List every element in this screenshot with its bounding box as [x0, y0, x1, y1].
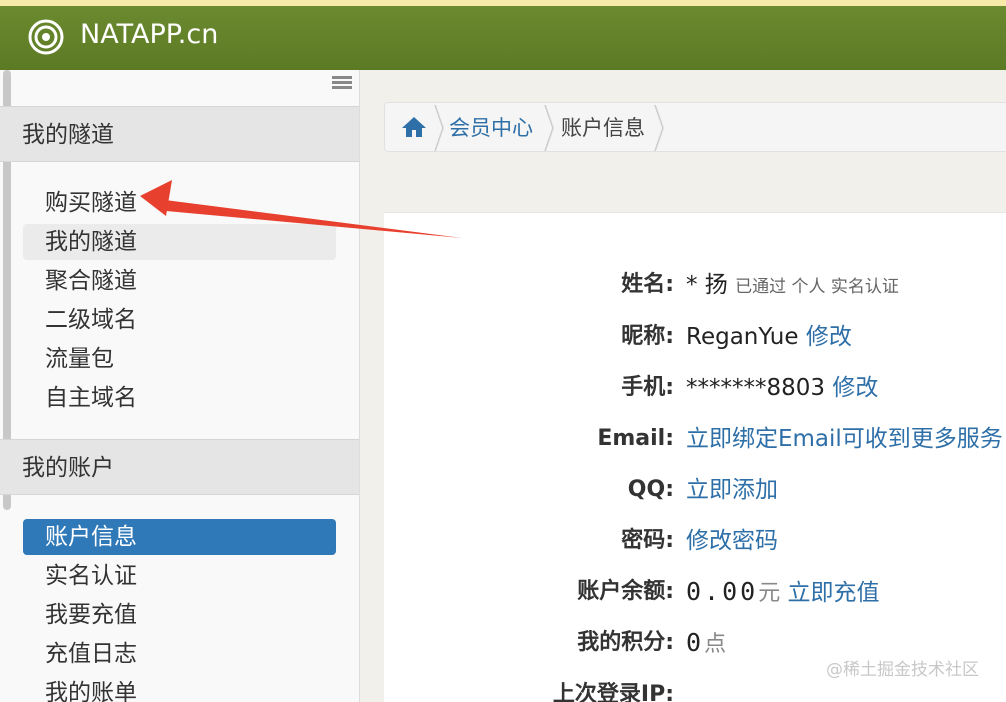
points-label: 我的积分: — [577, 630, 674, 655]
points-amount: 0 — [686, 628, 705, 657]
last-login-label: 上次登录IP: — [552, 682, 674, 702]
email-label: Email: — [597, 426, 674, 451]
row-email: Email: 立即绑定Email可收到更多服务 — [384, 419, 1006, 459]
sidebar-item-subdomain[interactable]: 二级域名 — [23, 302, 336, 338]
breadcrumb-separator — [654, 105, 664, 151]
breadcrumb: 会员中心 账户信息 — [384, 102, 1006, 152]
sidebar: 我的隧道 购买隧道 我的隧道 聚合隧道 二级域名 流量包 自主域名 我的账户 账… — [0, 70, 360, 702]
breadcrumb-member-center[interactable]: 会员中心 — [449, 103, 533, 153]
add-qq-link[interactable]: 立即添加 — [686, 470, 778, 510]
sidebar-item-my-tunnels[interactable]: 我的隧道 — [23, 224, 336, 260]
main-content: 会员中心 账户信息 姓名: * 扬 已通过 个人 实名认证 昵称: ReganY… — [360, 70, 1006, 702]
row-nickname: 昵称: ReganYue 修改 — [384, 317, 1006, 357]
sidebar-item-recharge-log[interactable]: 充值日志 — [23, 636, 336, 672]
phone-text: *******8803 — [686, 375, 826, 401]
name-text: * 扬 — [686, 272, 728, 298]
row-points: 我的积分: 0点 — [384, 623, 1006, 663]
breadcrumb-separator — [434, 105, 444, 151]
name-value: * 扬 已通过 个人 实名认证 — [686, 265, 899, 307]
balance-value: 0.00元 立即充值 — [686, 572, 880, 614]
natapp-logo-icon[interactable] — [28, 19, 64, 55]
points-unit: 点 — [704, 632, 727, 657]
sidebar-item-aggregate-tunnel[interactable]: 聚合隧道 — [23, 263, 336, 299]
recharge-link[interactable]: 立即充值 — [788, 580, 880, 606]
realname-status: 已通过 个人 实名认证 — [735, 277, 899, 297]
collapse-menu-icon[interactable] — [332, 76, 352, 90]
qq-label: QQ: — [627, 477, 674, 502]
sidebar-item-recharge[interactable]: 我要充值 — [23, 597, 336, 633]
sidebar-section-account[interactable]: 我的账户 — [0, 439, 359, 495]
balance-unit: 元 — [758, 581, 781, 606]
row-name: 姓名: * 扬 已通过 个人 实名认证 — [384, 265, 1006, 305]
header: NATAPP.cn — [0, 6, 1006, 70]
sidebar-item-realname-auth[interactable]: 实名认证 — [23, 558, 336, 594]
breadcrumb-separator — [544, 105, 554, 151]
sidebar-item-custom-domain[interactable]: 自主域名 — [23, 380, 336, 416]
bind-email-link[interactable]: 立即绑定Email可收到更多服务 — [686, 419, 1003, 459]
sidebar-item-buy-tunnel[interactable]: 购买隧道 — [23, 185, 336, 221]
password-label: 密码: — [621, 528, 674, 553]
phone-label: 手机: — [621, 375, 674, 400]
balance-label: 账户余额: — [577, 579, 674, 604]
sidebar-section-tunnels[interactable]: 我的隧道 — [0, 106, 359, 162]
sidebar-item-traffic-pack[interactable]: 流量包 — [23, 341, 336, 377]
row-password: 密码: 修改密码 — [384, 521, 1006, 561]
name-label: 姓名: — [621, 272, 674, 297]
sidebar-item-account-info[interactable]: 账户信息 — [23, 519, 336, 555]
row-qq: QQ: 立即添加 — [384, 470, 1006, 510]
nickname-value: ReganYue 修改 — [686, 317, 852, 357]
edit-nickname-link[interactable]: 修改 — [806, 324, 852, 350]
breadcrumb-current: 账户信息 — [561, 116, 645, 140]
watermark: @稀土掘金技术社区 — [826, 660, 979, 680]
edit-phone-link[interactable]: 修改 — [832, 375, 878, 401]
balance-amount: 0.00 — [686, 577, 759, 606]
row-balance: 账户余额: 0.00元 立即充值 — [384, 572, 1006, 612]
points-value: 0点 — [686, 623, 726, 665]
home-icon[interactable] — [401, 115, 427, 139]
sidebar-item-my-bills[interactable]: 我的账单 — [23, 675, 336, 702]
brand-name[interactable]: NATAPP.cn — [80, 18, 218, 52]
phone-value: *******8803 修改 — [686, 368, 878, 408]
nickname-label: 昵称: — [621, 324, 674, 349]
nickname-text: ReganYue — [686, 324, 799, 350]
row-phone: 手机: *******8803 修改 — [384, 368, 1006, 408]
change-password-link[interactable]: 修改密码 — [686, 521, 778, 561]
account-info-panel: 姓名: * 扬 已通过 个人 实名认证 昵称: ReganYue 修改 手机: … — [384, 212, 1006, 702]
